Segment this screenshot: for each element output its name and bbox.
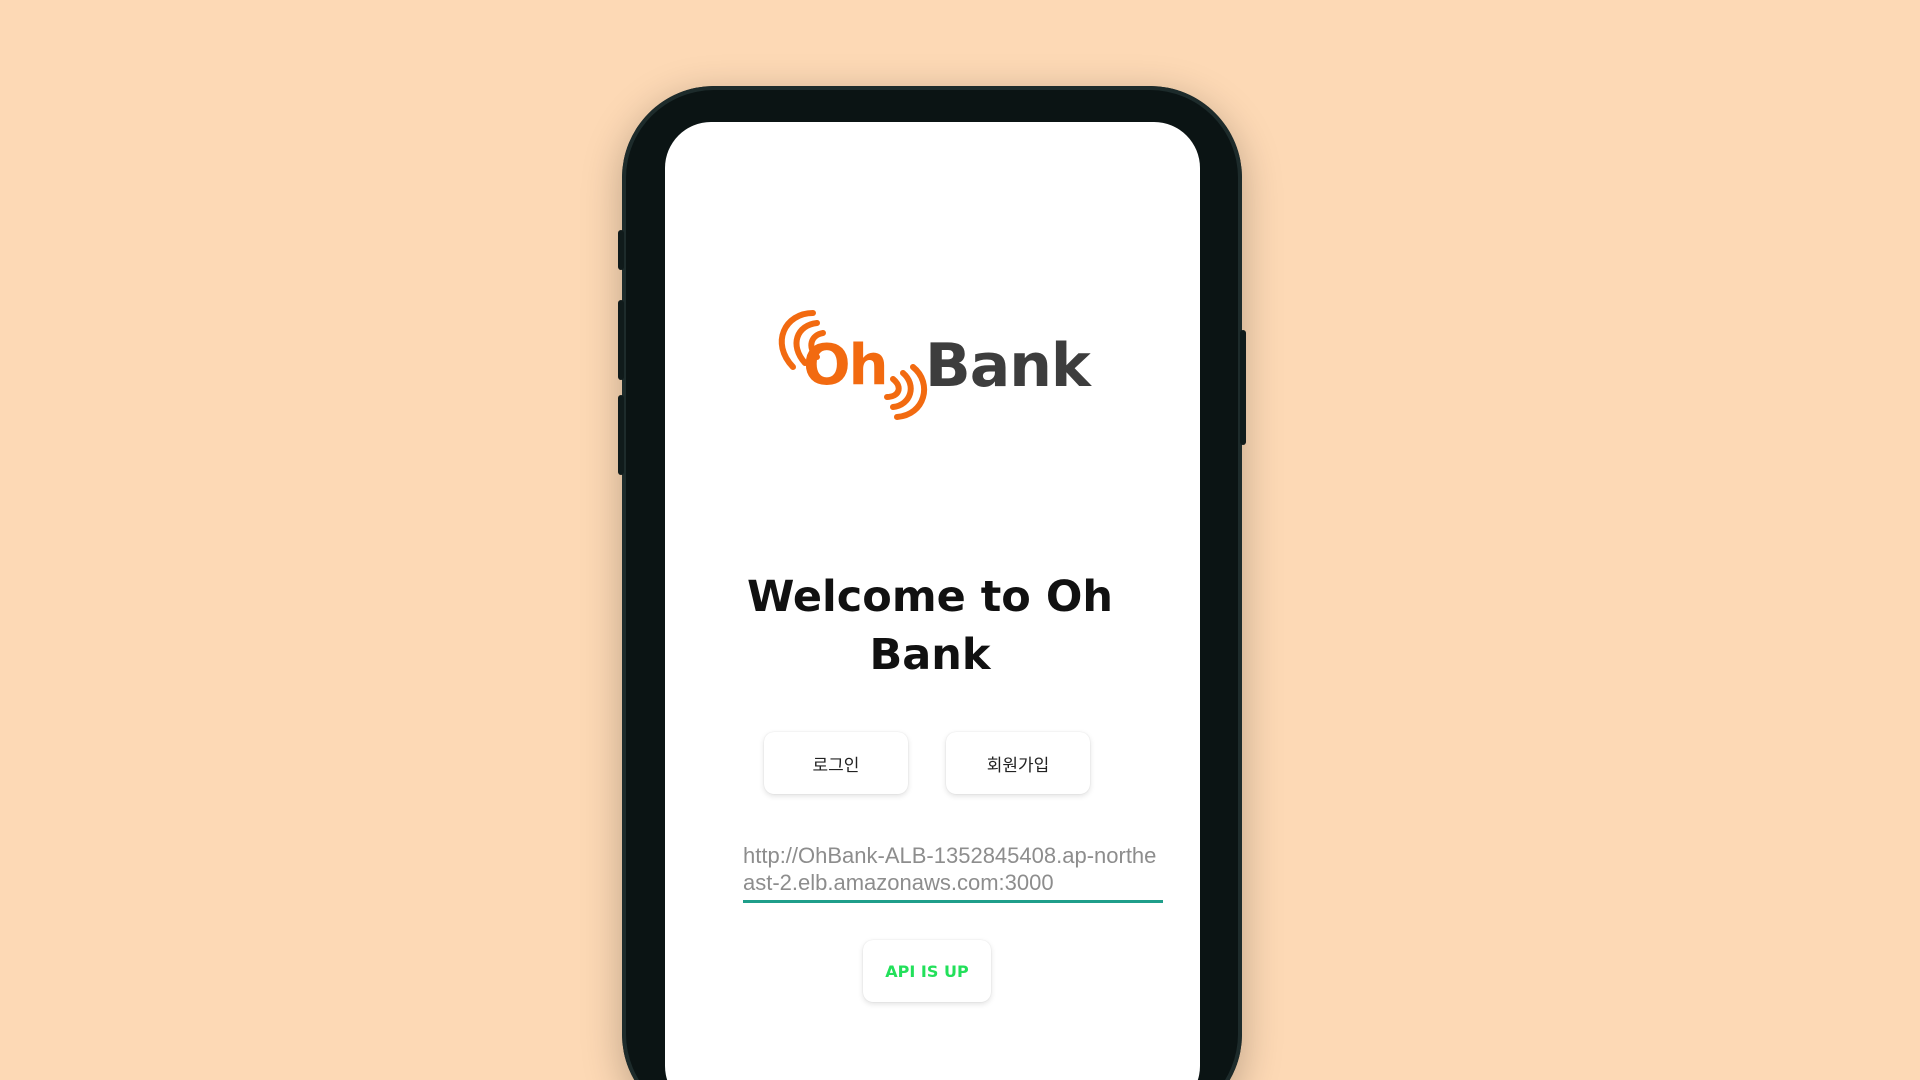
logo-bank-text: Bank (925, 331, 1091, 401)
phone-side-button-left-3 (618, 395, 624, 475)
logo-oh-text: Oh (803, 333, 888, 398)
login-button[interactable]: 로그인 (764, 732, 908, 794)
api-status-button[interactable]: API IS UP (863, 940, 991, 1002)
phone-side-button-left-1 (618, 230, 624, 270)
phone-side-button-right (1240, 330, 1246, 445)
stage: Oh Bank Welcome to Oh Bank 로그인 회원가입 http… (0, 0, 1920, 1080)
ohbank-logo: Oh Bank (765, 305, 1095, 425)
api-url-input[interactable]: http://OhBank-ALB-1352845408.ap-northeas… (743, 842, 1163, 903)
phone-side-button-left-2 (618, 300, 624, 380)
welcome-title: Welcome to Oh Bank (700, 568, 1160, 684)
signup-button[interactable]: 회원가입 (946, 732, 1090, 794)
welcome-title-line1: Welcome to Oh (746, 572, 1113, 622)
welcome-title-line2: Bank (869, 630, 991, 680)
